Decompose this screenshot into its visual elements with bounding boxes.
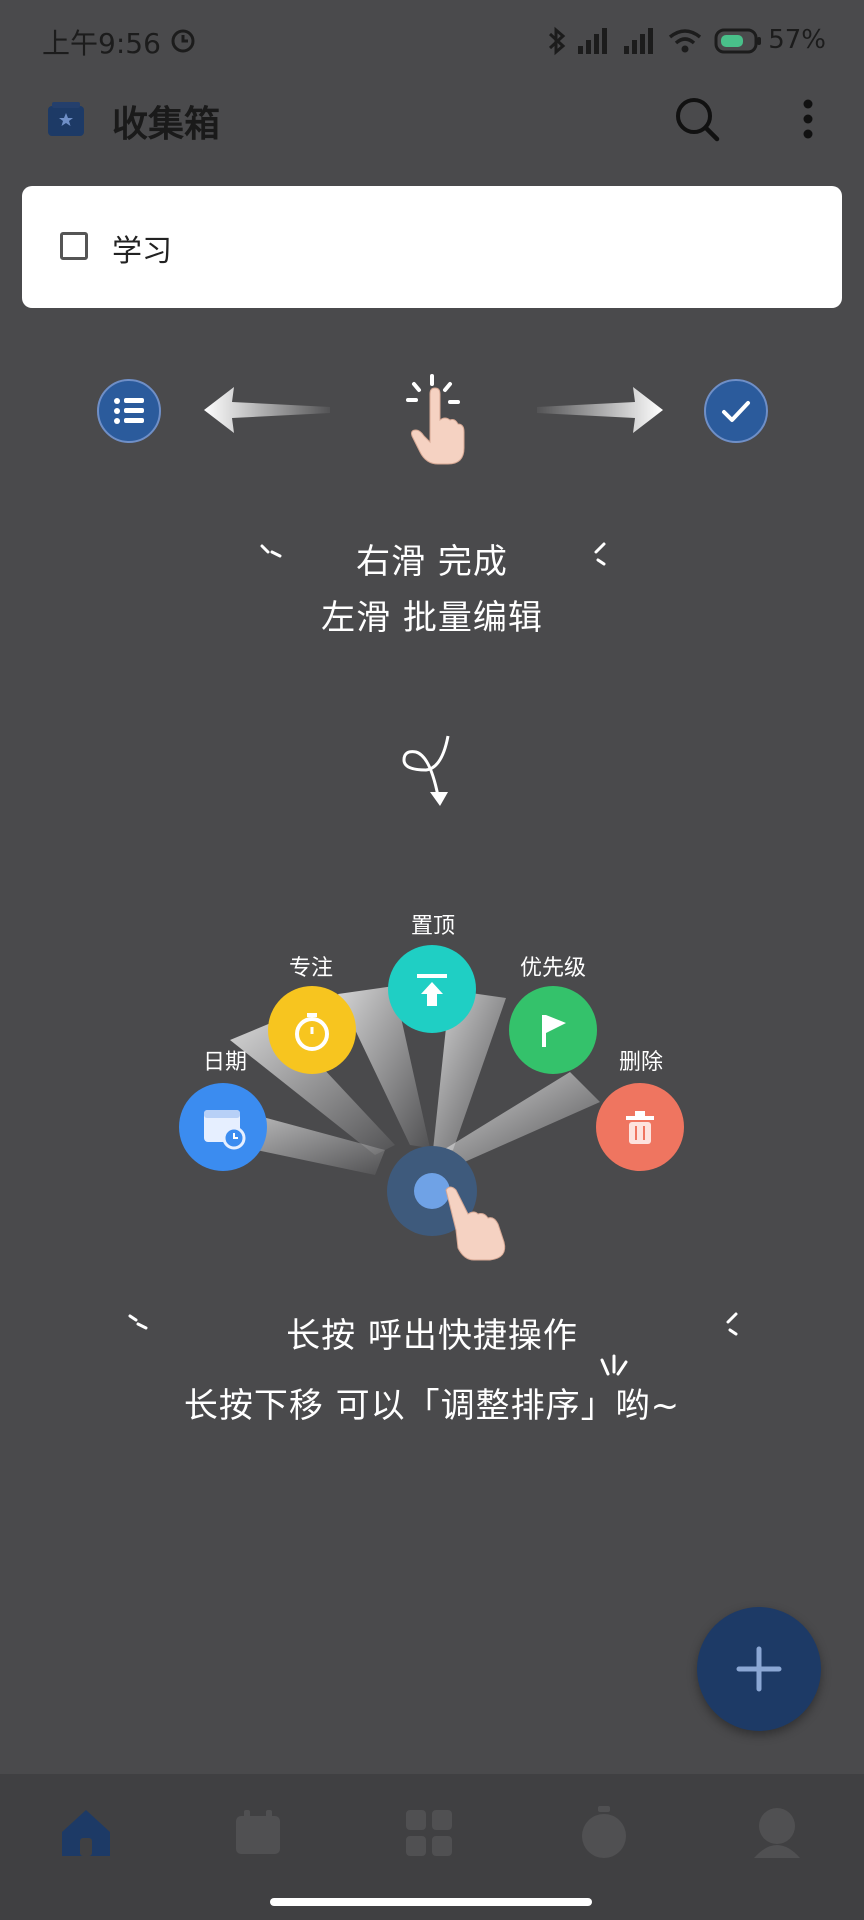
- task-item[interactable]: 学习: [22, 186, 842, 308]
- more-vert-icon[interactable]: [796, 98, 820, 140]
- timer-icon[interactable]: [267, 985, 357, 1075]
- status-time: 上午9:56: [42, 27, 161, 60]
- sparkle-decoration-4: [726, 1312, 738, 1336]
- sparkle-decoration-3: [128, 1314, 148, 1330]
- bluetooth-icon: [548, 26, 566, 56]
- arrow-right-icon: [537, 387, 663, 433]
- check-icon: [704, 379, 768, 443]
- swipe-guide-line2: 左滑 批量编辑: [321, 598, 543, 638]
- action-label-date: 日期: [202, 1050, 247, 1075]
- status-bar: 上午9:56 57%: [0, 0, 864, 80]
- task-checkbox[interactable]: [60, 232, 88, 260]
- plus-icon: [736, 1646, 782, 1692]
- swipe-guide-line1: 右滑 完成: [356, 542, 508, 582]
- inbox-icon: [48, 102, 84, 136]
- profile-icon[interactable]: [750, 1804, 804, 1860]
- clock-icon: [171, 29, 195, 53]
- hand-tap-icon: [406, 374, 465, 465]
- home-indicator[interactable]: [270, 1898, 592, 1906]
- action-label-priority: 优先级: [519, 956, 586, 981]
- signal-icon: [578, 28, 607, 54]
- task-title: 学习: [112, 234, 172, 269]
- action-label-focus: 专注: [288, 956, 333, 981]
- curly-arrow-icon: [402, 735, 450, 806]
- grid-icon[interactable]: [404, 1808, 456, 1858]
- battery-percentage: 57%: [768, 25, 826, 55]
- timer-icon[interactable]: [578, 1804, 630, 1860]
- trash-icon[interactable]: [595, 1082, 685, 1172]
- search-icon[interactable]: [674, 96, 720, 142]
- arrow-left-icon: [204, 387, 330, 433]
- press-guide-line1: 长按 呼出快捷操作: [286, 1316, 578, 1356]
- page-title: 收集箱: [112, 104, 221, 145]
- flag-icon[interactable]: [508, 985, 598, 1075]
- calendar-icon[interactable]: [232, 1808, 284, 1858]
- hand-press-icon: [445, 1186, 506, 1261]
- list-icon: [97, 379, 161, 443]
- calendar-icon[interactable]: [178, 1082, 268, 1172]
- add-task-button[interactable]: [697, 1607, 821, 1731]
- battery-icon: [714, 28, 761, 54]
- pin-top-icon[interactable]: [387, 944, 477, 1034]
- action-label-pin: 置顶: [410, 914, 455, 939]
- action-label-delete: 删除: [618, 1050, 663, 1075]
- signal-icon-2: [624, 28, 653, 54]
- sparkle-decoration-2: [594, 542, 606, 566]
- press-guide-line2: 长按下移 可以「调整排序」哟~: [183, 1386, 681, 1426]
- wifi-icon: [668, 29, 702, 53]
- home-icon[interactable]: [58, 1806, 114, 1860]
